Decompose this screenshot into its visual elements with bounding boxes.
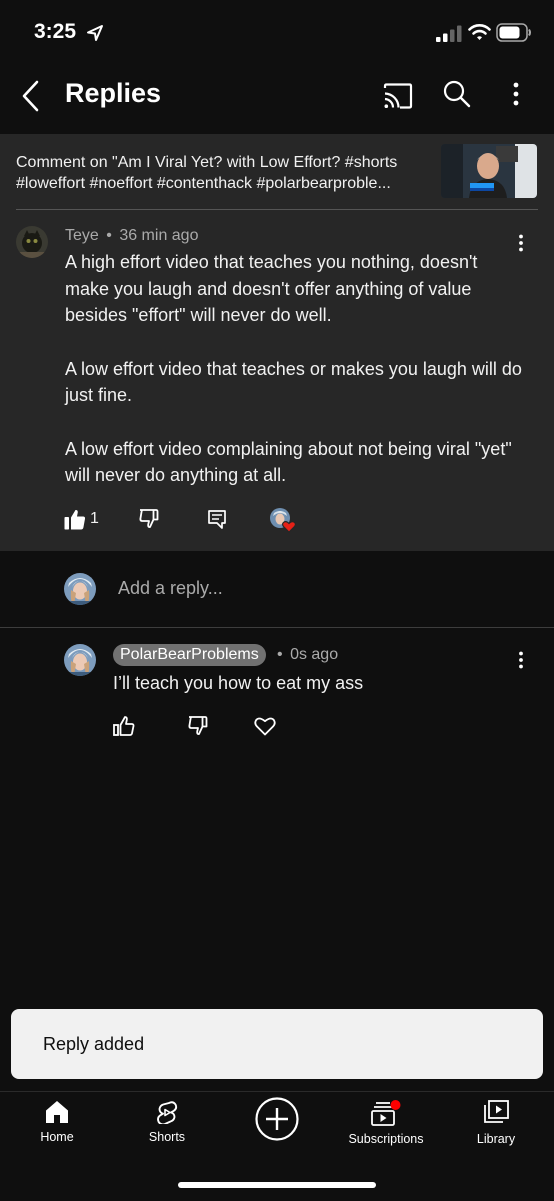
video-thumbnail[interactable] xyxy=(441,144,537,198)
back-icon[interactable] xyxy=(20,80,42,112)
heart-outline-icon[interactable] xyxy=(254,716,276,736)
thumbs-up-filled-icon[interactable] xyxy=(64,509,86,530)
current-user-avatar xyxy=(64,573,96,605)
reply-author-avatar-image xyxy=(64,644,96,676)
comment-paragraph: A high effort video that teaches you not… xyxy=(65,252,478,325)
nav-library[interactable]: Library xyxy=(441,1100,551,1146)
nav-label-home: Home xyxy=(40,1130,74,1144)
wifi-icon xyxy=(468,24,491,40)
cellular-signal-icon xyxy=(436,25,462,42)
comment-paragraph: A low effort video that teaches or makes… xyxy=(65,358,522,406)
video-context-line-2: #loweffort #noeffort #contenthack #polar… xyxy=(16,175,391,192)
meta-separator: • xyxy=(277,646,283,663)
nav-shorts[interactable]: Shorts xyxy=(112,1100,222,1144)
nav-create[interactable] xyxy=(222,1096,332,1142)
like-count: 1 xyxy=(90,510,99,527)
comment-time: 36 min ago xyxy=(119,227,199,244)
status-time: 3:25 xyxy=(34,20,77,43)
reply-author-chip[interactable]: PolarBearProblems xyxy=(113,644,266,666)
page-title: Replies xyxy=(65,78,162,108)
shorts-icon xyxy=(157,1101,178,1124)
nav-subscriptions[interactable]: Subscriptions xyxy=(331,1100,441,1146)
comment-paragraph: A low effort video complaining about not… xyxy=(65,438,512,486)
creator-heart-badge xyxy=(270,508,298,534)
creator-heart-icon xyxy=(270,508,297,533)
section-divider xyxy=(0,627,554,628)
reply-body: I’ll teach you how to eat my ass xyxy=(113,673,364,693)
video-context-line-1: Comment on "Am I Viral Yet? with Low Eff… xyxy=(16,154,398,171)
more-vert-icon[interactable] xyxy=(510,82,522,106)
reply-more-icon[interactable] xyxy=(515,651,527,669)
nav-label-shorts: Shorts xyxy=(148,1130,186,1144)
status-bar: 3:25 xyxy=(0,0,554,66)
reply-icon[interactable] xyxy=(208,510,226,529)
cast-icon[interactable] xyxy=(383,83,413,109)
reply-thumbs-down-icon[interactable] xyxy=(188,716,210,736)
subscriptions-icon xyxy=(371,1100,401,1126)
comment-meta: Teye • 36 min ago xyxy=(65,227,198,245)
reply-author-avatar[interactable] xyxy=(64,644,96,676)
create-icon xyxy=(255,1097,299,1141)
nav-home[interactable]: Home xyxy=(2,1100,112,1144)
reply-thumbs-up-icon[interactable] xyxy=(113,716,135,736)
location-arrow-icon xyxy=(87,25,103,41)
library-icon xyxy=(484,1100,509,1123)
current-user-avatar-image xyxy=(64,573,96,605)
comment-body: A high effort video that teaches you not… xyxy=(65,249,525,489)
reply-meta: • 0s ago xyxy=(277,646,338,664)
home-indicator[interactable] xyxy=(178,1182,376,1188)
video-context-text: Comment on "Am I Viral Yet? with Low Eff… xyxy=(16,152,426,194)
nav-label-subscriptions: Subscriptions xyxy=(348,1132,424,1146)
nav-label-library: Library xyxy=(476,1132,516,1146)
search-icon[interactable] xyxy=(443,80,471,108)
video-thumbnail-image xyxy=(441,144,537,198)
thumbs-down-icon[interactable] xyxy=(139,509,161,529)
battery-icon xyxy=(496,23,531,42)
commenter-avatar[interactable] xyxy=(16,226,48,258)
reply-time: 0s ago xyxy=(290,646,339,663)
meta-separator: • xyxy=(106,227,112,244)
add-reply-input[interactable]: Add a reply... xyxy=(118,578,223,599)
home-icon xyxy=(46,1101,68,1123)
commenter-avatar-image xyxy=(16,226,48,258)
snackbar-text: Reply added xyxy=(43,1034,145,1054)
comment-author[interactable]: Teye xyxy=(65,227,99,244)
